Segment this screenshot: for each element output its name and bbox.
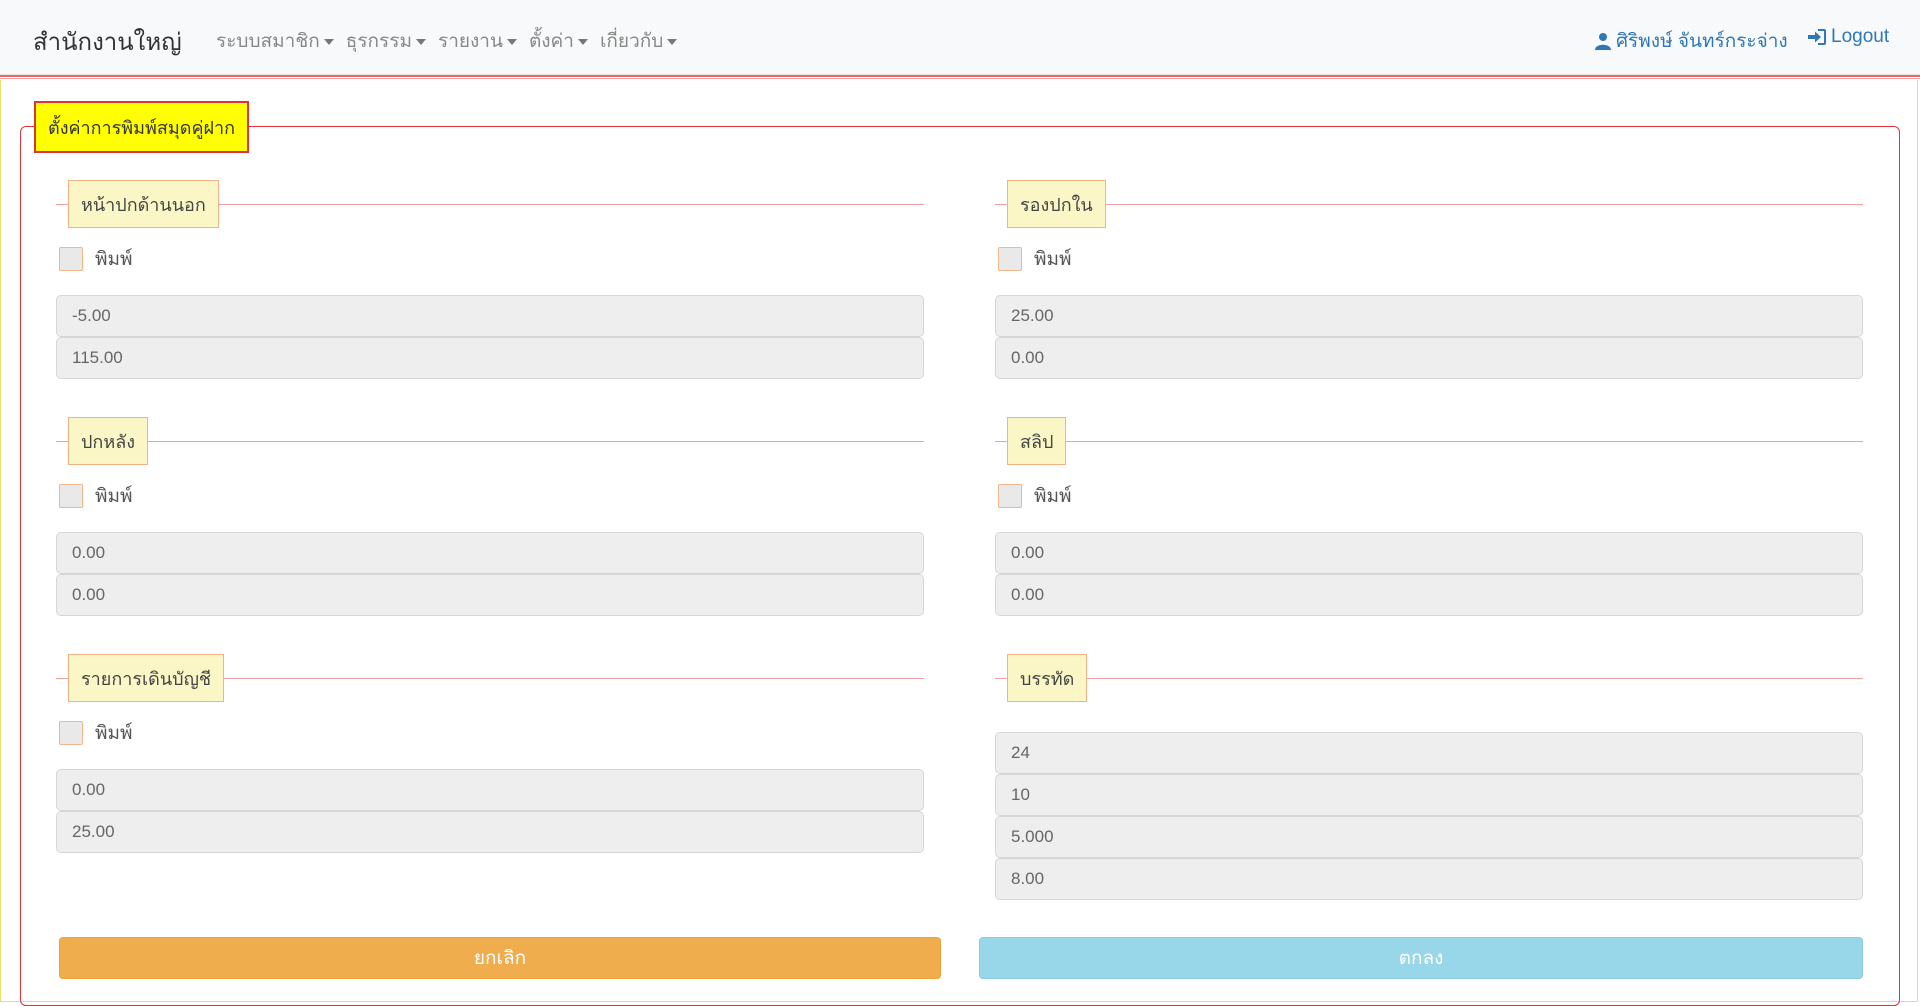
- navbar-brand[interactable]: สำนักงานใหญ่: [33, 22, 182, 61]
- back-cover-field-2[interactable]: 0.00: [56, 574, 924, 616]
- lines-field-1[interactable]: 24: [995, 732, 1863, 774]
- section-title: บรรทัด: [1007, 654, 1088, 702]
- section-title: สลิป: [1007, 417, 1067, 465]
- menu-settings[interactable]: ตั้งค่า: [529, 26, 588, 56]
- menu-label: ตั้งค่า: [528, 31, 574, 52]
- menu-member-system[interactable]: ระบบสมาชิก: [216, 26, 334, 56]
- lines-field-2[interactable]: 10: [995, 774, 1863, 816]
- print-toggle-slip[interactable]: พิมพ์: [998, 481, 1072, 511]
- menu-reports[interactable]: รายงาน: [438, 26, 517, 56]
- section-divider: [995, 441, 1863, 442]
- section-back-cover: ปกหลัง พิมพ์ 0.00 0.00: [56, 403, 924, 623]
- print-checkbox[interactable]: [59, 721, 83, 745]
- print-checkbox[interactable]: [59, 484, 83, 508]
- caret-down-icon: [415, 39, 426, 45]
- main-menu: ระบบสมาชิก ธุรกรรม รายงาน ตั้งค่า เกี่ยว…: [216, 26, 678, 56]
- print-toggle-back-cover[interactable]: พิมพ์: [59, 481, 133, 511]
- section-inner-cover: รองปกใน พิมพ์ 25.00 0.00: [995, 166, 1863, 386]
- section-title: รายการเดินบัญชี: [68, 654, 225, 702]
- menu-label: รายงาน: [437, 31, 503, 52]
- user-name: ศิริพงษ์ จันทร์กระจ่าง: [1616, 31, 1788, 52]
- user-icon: [1595, 33, 1611, 50]
- transactions-field-2[interactable]: 25.00: [56, 811, 924, 853]
- cancel-button[interactable]: ยกเลิก: [59, 937, 941, 979]
- logout-label: Logout: [1831, 26, 1890, 47]
- user-profile-link[interactable]: ศิริพงษ์ จันทร์กระจ่าง: [1594, 26, 1788, 56]
- panel-title: ตั้งค่าการพิมพ์สมุดคู่ฝาก: [34, 101, 250, 153]
- top-navbar: สำนักงานใหญ่ ระบบสมาชิก ธุรกรรม รายงาน ต…: [0, 0, 1920, 75]
- ok-button[interactable]: ตกลง: [979, 937, 1863, 979]
- section-transactions: รายการเดินบัญชี พิมพ์ 0.00 25.00: [56, 640, 924, 860]
- caret-down-icon: [667, 39, 678, 45]
- print-toggle-front-cover[interactable]: พิมพ์: [59, 244, 133, 274]
- section-front-cover: หน้าปกด้านนอก พิมพ์ -5.00 115.00: [56, 166, 924, 386]
- front-cover-field-2[interactable]: 115.00: [56, 337, 924, 379]
- slip-field-2[interactable]: 0.00: [995, 574, 1863, 616]
- lines-field-3[interactable]: 5.000: [995, 816, 1863, 858]
- section-title: รองปกใน: [1007, 180, 1106, 228]
- section-slip: สลิป พิมพ์ 0.00 0.00: [995, 403, 1863, 623]
- lines-field-4[interactable]: 8.00: [995, 858, 1863, 900]
- print-label: พิมพ์: [1034, 249, 1072, 270]
- print-label: พิมพ์: [1034, 486, 1072, 507]
- print-toggle-inner-cover[interactable]: พิมพ์: [998, 244, 1072, 274]
- print-checkbox[interactable]: [998, 484, 1022, 508]
- caret-down-icon: [323, 39, 334, 45]
- back-cover-field-1[interactable]: 0.00: [56, 532, 924, 574]
- menu-label: เกี่ยวกับ: [599, 31, 664, 52]
- caret-down-icon: [577, 39, 588, 45]
- section-lines: บรรทัด 24 10 5.000 8.00: [995, 640, 1863, 910]
- inner-cover-field-1[interactable]: 25.00: [995, 295, 1863, 337]
- print-label: พิมพ์: [95, 249, 133, 270]
- transactions-field-1[interactable]: 0.00: [56, 769, 924, 811]
- print-toggle-transactions[interactable]: พิมพ์: [59, 718, 133, 748]
- section-title: หน้าปกด้านนอก: [68, 180, 219, 228]
- menu-label: ระบบสมาชิก: [216, 31, 320, 52]
- section-divider: [56, 441, 924, 442]
- section-divider: [995, 204, 1863, 205]
- print-label: พิมพ์: [95, 723, 133, 744]
- menu-label: ธุรกรรม: [345, 31, 412, 52]
- caret-down-icon: [506, 39, 517, 45]
- print-checkbox[interactable]: [998, 247, 1022, 271]
- sign-in-icon: [1808, 29, 1826, 45]
- menu-transactions[interactable]: ธุรกรรม: [346, 26, 426, 56]
- section-title: ปกหลัง: [68, 417, 149, 465]
- navbar-divider: [0, 75, 1920, 79]
- print-label: พิมพ์: [95, 486, 133, 507]
- slip-field-1[interactable]: 0.00: [995, 532, 1863, 574]
- front-cover-field-1[interactable]: -5.00: [56, 295, 924, 337]
- menu-about[interactable]: เกี่ยวกับ: [599, 26, 678, 56]
- print-checkbox[interactable]: [59, 247, 83, 271]
- logout-link[interactable]: Logout: [1807, 26, 1889, 48]
- inner-cover-field-2[interactable]: 0.00: [995, 337, 1863, 379]
- section-divider: [995, 678, 1863, 679]
